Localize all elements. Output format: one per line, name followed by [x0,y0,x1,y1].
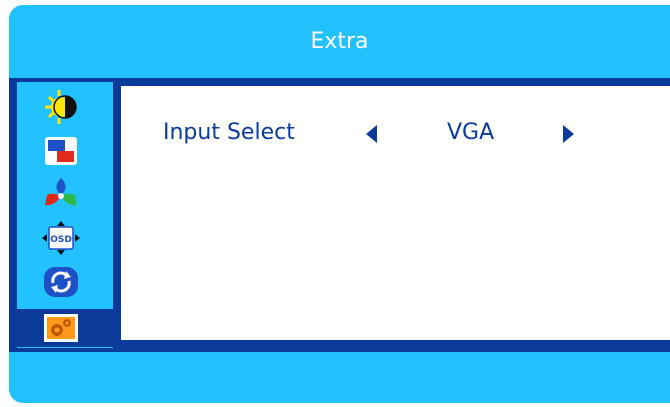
input-select-value[interactable]: VGA [447,120,494,145]
svg-text:OSD: OSD [50,235,72,245]
input-select-label: Input Select [163,120,295,145]
left-arrow-icon [366,125,377,143]
content-panel: Input Select VGA [121,86,670,340]
right-arrow-icon [563,125,574,143]
sidebar-item-extra[interactable] [39,309,83,347]
sidebar-item-color[interactable] [39,175,83,213]
sidebar-item-image-position[interactable] [39,132,83,170]
input-select-row: Input Select VGA [121,120,670,150]
extra-settings-icon [44,314,78,342]
reset-icon [44,267,78,297]
window-title: Extra [310,29,369,54]
sidebar-item-brightness[interactable] [39,88,83,126]
menu-frame: OSD Input Select VGA [9,78,670,352]
color-icon [45,178,77,206]
previous-option-arrow[interactable] [365,124,379,150]
osd-settings-icon: OSD [42,221,80,255]
sidebar: OSD [17,82,113,348]
next-option-arrow[interactable] [561,124,575,150]
sidebar-item-reset[interactable] [39,263,83,301]
image-position-icon [45,137,77,165]
sidebar-item-osd[interactable]: OSD [39,219,83,257]
brightness-contrast-icon [45,90,77,124]
osd-window: Extra OSD Input Select VGA [9,5,670,403]
